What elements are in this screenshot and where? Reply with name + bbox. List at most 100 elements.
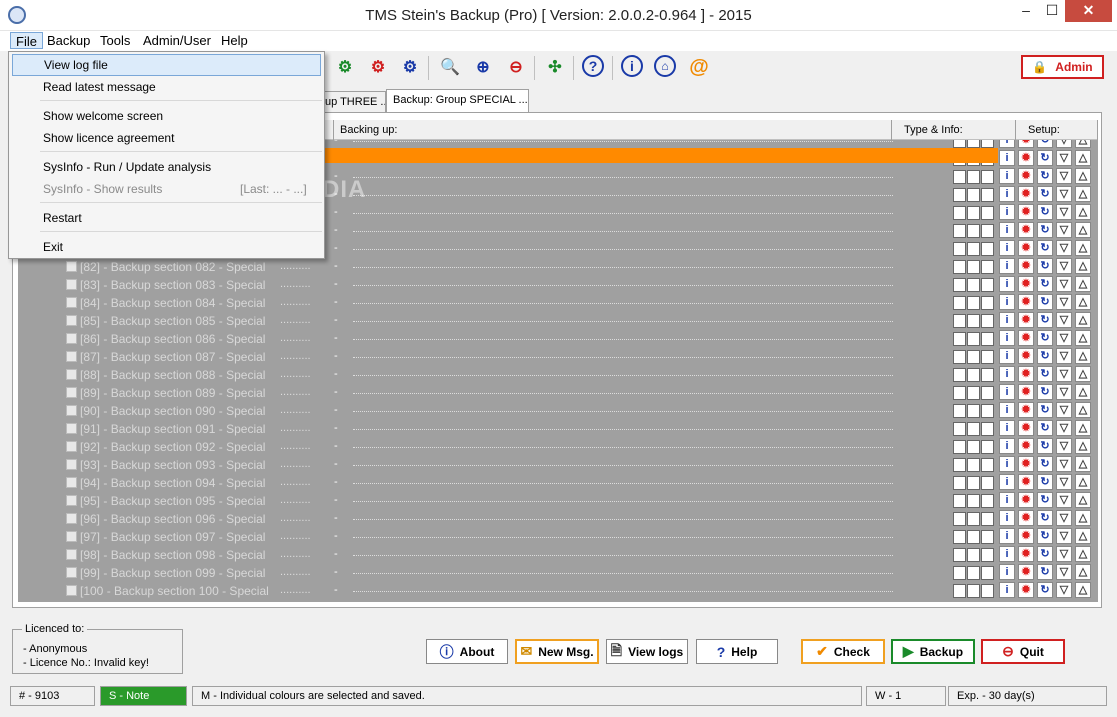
close-button[interactable]: ✕ — [1065, 0, 1112, 22]
move-up-icon[interactable]: △ — [1075, 528, 1091, 544]
cross-icon[interactable] — [981, 494, 994, 508]
move-down-icon[interactable]: ▽ — [1056, 294, 1072, 310]
table-row[interactable]: [100 - Backup section 100 - Special.....… — [18, 582, 1098, 600]
info-icon[interactable]: i — [999, 366, 1015, 382]
table-row[interactable]: [88] - Backup section 088 - Special.....… — [18, 366, 1098, 384]
check-icon[interactable] — [967, 332, 980, 346]
quit-button[interactable]: ⊖ Quit — [981, 639, 1065, 664]
row-checkbox[interactable] — [66, 495, 77, 506]
cross-icon[interactable] — [981, 242, 994, 256]
move-down-icon[interactable]: ▽ — [1056, 402, 1072, 418]
check-icon[interactable] — [967, 224, 980, 238]
check-icon[interactable] — [967, 566, 980, 580]
info-icon[interactable]: i — [999, 402, 1015, 418]
menu-read-latest-message[interactable]: Read latest message — [12, 76, 321, 98]
row-checkbox[interactable] — [66, 567, 77, 578]
info-icon[interactable]: i — [999, 240, 1015, 256]
refresh-icon[interactable]: ↻ — [1037, 258, 1053, 274]
zoom-in-icon[interactable]: ⊕ — [471, 55, 495, 79]
info-icon[interactable]: i — [999, 582, 1015, 598]
table-row[interactable]: [93] - Backup section 093 - Special.....… — [18, 456, 1098, 474]
refresh-icon[interactable]: ↻ — [1037, 420, 1053, 436]
menu-show-welcome-screen[interactable]: Show welcome screen — [12, 105, 321, 127]
gear-lock-red-icon[interactable]: ⚙ — [366, 55, 390, 79]
file-icon[interactable] — [953, 332, 966, 346]
gear-icon[interactable]: ✹ — [1018, 330, 1034, 346]
cross-icon[interactable] — [981, 404, 994, 418]
move-down-icon[interactable]: ▽ — [1056, 474, 1072, 490]
new-message-button[interactable]: ✉ New Msg. — [515, 639, 599, 664]
cross-icon[interactable] — [981, 512, 994, 526]
check-icon[interactable] — [967, 206, 980, 220]
cross-icon[interactable] — [981, 530, 994, 544]
file-icon[interactable] — [953, 566, 966, 580]
move-down-icon[interactable]: ▽ — [1056, 258, 1072, 274]
file-icon[interactable] — [953, 206, 966, 220]
check-icon[interactable] — [967, 170, 980, 184]
row-checkbox[interactable] — [66, 441, 77, 452]
check-icon[interactable] — [967, 314, 980, 328]
gear-icon[interactable]: ✹ — [1018, 222, 1034, 238]
row-checkbox[interactable] — [66, 351, 77, 362]
info-icon[interactable]: i — [999, 204, 1015, 220]
row-checkbox[interactable] — [66, 315, 77, 326]
refresh-icon[interactable]: ↻ — [1037, 294, 1053, 310]
table-row[interactable]: [95] - Backup section 095 - Special.....… — [18, 492, 1098, 510]
refresh-icon[interactable]: ↻ — [1037, 564, 1053, 580]
cross-icon[interactable] — [981, 440, 994, 454]
file-icon[interactable] — [953, 296, 966, 310]
table-row[interactable]: [83] - Backup section 083 - Special.....… — [18, 276, 1098, 294]
gear-icon[interactable]: ✹ — [1018, 240, 1034, 256]
table-row[interactable]: [98] - Backup section 098 - Special.....… — [18, 546, 1098, 564]
file-icon[interactable] — [953, 140, 966, 148]
email-icon[interactable]: @ — [687, 55, 711, 79]
move-up-icon[interactable]: △ — [1075, 222, 1091, 238]
gear-icon[interactable]: ✹ — [1018, 420, 1034, 436]
refresh-icon[interactable]: ↻ — [1037, 312, 1053, 328]
refresh-icon[interactable]: ↻ — [1037, 438, 1053, 454]
view-logs-button[interactable]: 🗎 View logs — [606, 639, 688, 664]
check-icon[interactable] — [967, 386, 980, 400]
move-up-icon[interactable]: △ — [1075, 294, 1091, 310]
info-icon[interactable]: i — [999, 186, 1015, 202]
check-icon[interactable] — [967, 350, 980, 364]
file-icon[interactable] — [953, 476, 966, 490]
info-icon[interactable]: i — [621, 55, 643, 77]
check-icon[interactable] — [967, 584, 980, 598]
info-icon[interactable]: i — [999, 140, 1015, 148]
file-icon[interactable] — [953, 548, 966, 562]
check-icon[interactable] — [967, 476, 980, 490]
check-icon[interactable] — [967, 140, 980, 148]
row-checkbox[interactable] — [66, 423, 77, 434]
info-icon[interactable]: i — [999, 492, 1015, 508]
move-up-icon[interactable]: △ — [1075, 186, 1091, 202]
move-up-icon[interactable]: △ — [1075, 240, 1091, 256]
table-row[interactable]: [97] - Backup section 097 - Special.....… — [18, 528, 1098, 546]
tab-group-three[interactable]: up THREE ... — [318, 91, 386, 113]
file-icon[interactable] — [953, 386, 966, 400]
move-down-icon[interactable]: ▽ — [1056, 546, 1072, 562]
move-down-icon[interactable]: ▽ — [1056, 168, 1072, 184]
refresh-icon[interactable]: ↻ — [1037, 456, 1053, 472]
move-up-icon[interactable]: △ — [1075, 330, 1091, 346]
file-icon[interactable] — [953, 278, 966, 292]
info-icon[interactable]: i — [999, 546, 1015, 562]
refresh-icon[interactable]: ↻ — [1037, 276, 1053, 292]
move-down-icon[interactable]: ▽ — [1056, 312, 1072, 328]
refresh-icon[interactable]: ↻ — [1037, 402, 1053, 418]
file-icon[interactable] — [953, 422, 966, 436]
refresh-icon[interactable]: ↻ — [1037, 528, 1053, 544]
file-icon[interactable] — [953, 170, 966, 184]
gear-icon[interactable]: ✹ — [1018, 140, 1034, 148]
file-icon[interactable] — [953, 494, 966, 508]
menu-restart[interactable]: Restart — [12, 207, 321, 229]
move-down-icon[interactable]: ▽ — [1056, 366, 1072, 382]
check-icon[interactable] — [967, 422, 980, 436]
file-icon[interactable] — [953, 530, 966, 544]
move-up-icon[interactable]: △ — [1075, 546, 1091, 562]
file-icon[interactable] — [953, 314, 966, 328]
move-down-icon[interactable]: ▽ — [1056, 564, 1072, 580]
move-down-icon[interactable]: ▽ — [1056, 492, 1072, 508]
move-down-icon[interactable]: ▽ — [1056, 330, 1072, 346]
file-icon[interactable] — [953, 440, 966, 454]
